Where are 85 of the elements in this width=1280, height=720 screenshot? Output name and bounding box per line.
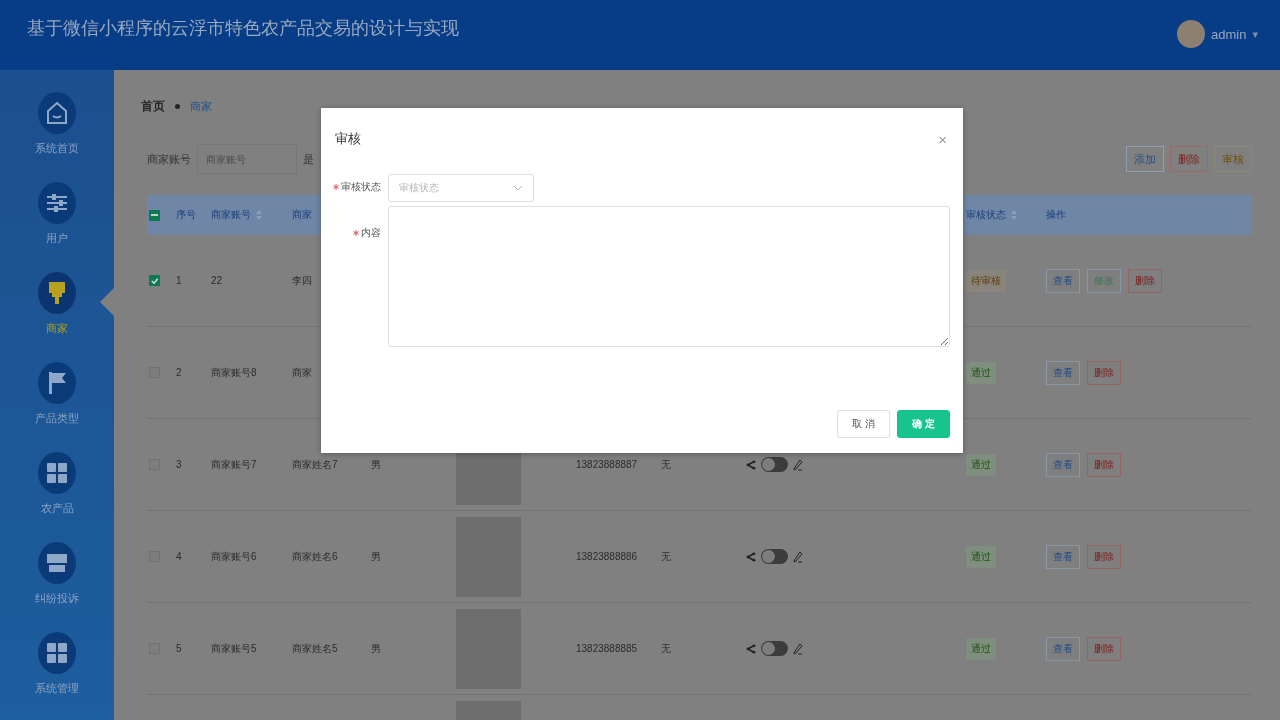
delete-button[interactable]: 删除 — [1170, 146, 1208, 172]
row-number: 2 — [176, 367, 182, 378]
table-cell: 男 — [371, 641, 381, 656]
select-all-checkbox[interactable] — [149, 209, 160, 221]
table-cell: 商家账号7 — [211, 457, 257, 472]
table-cell: 男 — [371, 457, 381, 472]
view-button[interactable]: 查看 — [1046, 452, 1080, 477]
row-number: 3 — [176, 459, 182, 470]
add-button[interactable]: 添加 — [1126, 146, 1164, 172]
delete-button[interactable]: 删除 — [1087, 452, 1121, 477]
share-icon — [746, 643, 756, 654]
delete-button[interactable]: 删除 — [1087, 544, 1121, 569]
table-cell: 商家 — [292, 365, 312, 380]
table-cell: 商家账号5 — [211, 641, 257, 656]
table-cell: 13823888886 — [576, 551, 638, 562]
table-cell: 商家姓名7 — [292, 457, 338, 472]
sidebar-item[interactable]: 纠纷投诉 — [0, 542, 114, 620]
separator-dot — [175, 104, 180, 109]
table-cell: 商家姓名6 — [292, 549, 338, 564]
toggle-switch[interactable] — [761, 549, 788, 564]
sidebar-item[interactable]: 产品类型 — [0, 362, 114, 440]
column-header[interactable]: 序号 — [176, 208, 196, 222]
cancel-button[interactable]: 取 消 — [837, 410, 891, 438]
delete-button[interactable]: 删除 — [1087, 636, 1121, 661]
close-button[interactable]: × — [934, 130, 951, 148]
table-cell: 商家姓名5 — [292, 641, 338, 656]
sidebar-item[interactable]: 农产品 — [0, 452, 114, 530]
app-title: 基于微信小程序的云浮市特色农产品交易的设计与实现 — [27, 17, 459, 40]
status-tag: 通过 — [966, 361, 996, 384]
row-checkbox[interactable] — [149, 275, 160, 286]
search-label: 是 — [303, 151, 314, 167]
column-header[interactable]: 商家账号 — [211, 208, 263, 222]
column-header[interactable]: 审核状态 — [966, 208, 1018, 222]
breadcrumb-link[interactable]: 首页 — [141, 98, 165, 115]
row-number: 1 — [176, 275, 182, 286]
table-cell: 无 — [661, 457, 671, 472]
delete-button[interactable]: 删除 — [1087, 360, 1121, 385]
sidebar-item[interactable]: 系统管理 — [0, 632, 114, 710]
table-cell: 13823888885 — [576, 643, 638, 654]
delete-button[interactable]: 删除 — [1128, 268, 1162, 293]
sidebar-item[interactable]: 系统首页 — [0, 92, 114, 170]
row-number: 4 — [176, 551, 182, 562]
edit-icon — [793, 458, 803, 471]
view-button[interactable]: 查看 — [1046, 268, 1080, 293]
table-cell: 无 — [661, 549, 671, 564]
table-cell: 无 — [661, 641, 671, 656]
column-header[interactable]: 操作 — [1046, 208, 1066, 222]
confirm-button[interactable]: 确 定 — [897, 410, 950, 438]
chevron-down-icon — [513, 185, 523, 191]
edit-icon — [793, 550, 803, 563]
sidebar-item[interactable]: 用户 — [0, 182, 114, 260]
status-tag: 通过 — [966, 637, 996, 660]
table-cell: 13823888887 — [576, 459, 638, 470]
table-cell: 李四 — [292, 273, 312, 288]
avatar[interactable] — [1177, 20, 1206, 48]
sort-icon — [1010, 209, 1018, 221]
status-tag: 待审核 — [966, 269, 1006, 292]
toggle-switch[interactable] — [761, 457, 788, 472]
share-icon — [746, 551, 756, 562]
dialog-title: 审核 — [335, 130, 361, 148]
table-cell: 商家账号8 — [211, 365, 257, 380]
view-button[interactable]: 查看 — [1046, 544, 1080, 569]
view-button[interactable]: 查看 — [1046, 636, 1080, 661]
active-indicator — [100, 288, 114, 316]
view-button[interactable]: 查看 — [1046, 360, 1080, 385]
table-cell: 商家账号6 — [211, 549, 257, 564]
audit-button[interactable]: 审核 — [1214, 146, 1252, 172]
caret-icon[interactable]: ▾ — [1252, 27, 1258, 41]
table-cell: 男 — [371, 549, 381, 564]
field-label: 审核状态 — [341, 180, 381, 194]
search-label: 商家账号 — [147, 151, 191, 167]
field-label: 内容 — [361, 226, 381, 240]
row-number: 5 — [176, 643, 182, 654]
column-header[interactable]: 商家 — [292, 208, 312, 222]
toggle-switch[interactable] — [761, 641, 788, 656]
user-name[interactable]: admin — [1211, 26, 1247, 42]
status-tag: 通过 — [966, 453, 996, 476]
status-tag: 通过 — [966, 545, 996, 568]
breadcrumb-link[interactable]: 商家 — [190, 99, 212, 114]
edit-icon — [793, 642, 803, 655]
table-cell: 22 — [211, 275, 223, 286]
status-select[interactable]: 审核状态 — [388, 174, 534, 202]
sort-icon — [255, 209, 263, 221]
share-icon — [746, 459, 756, 470]
sidebar-item[interactable]: 商家 — [0, 272, 114, 350]
